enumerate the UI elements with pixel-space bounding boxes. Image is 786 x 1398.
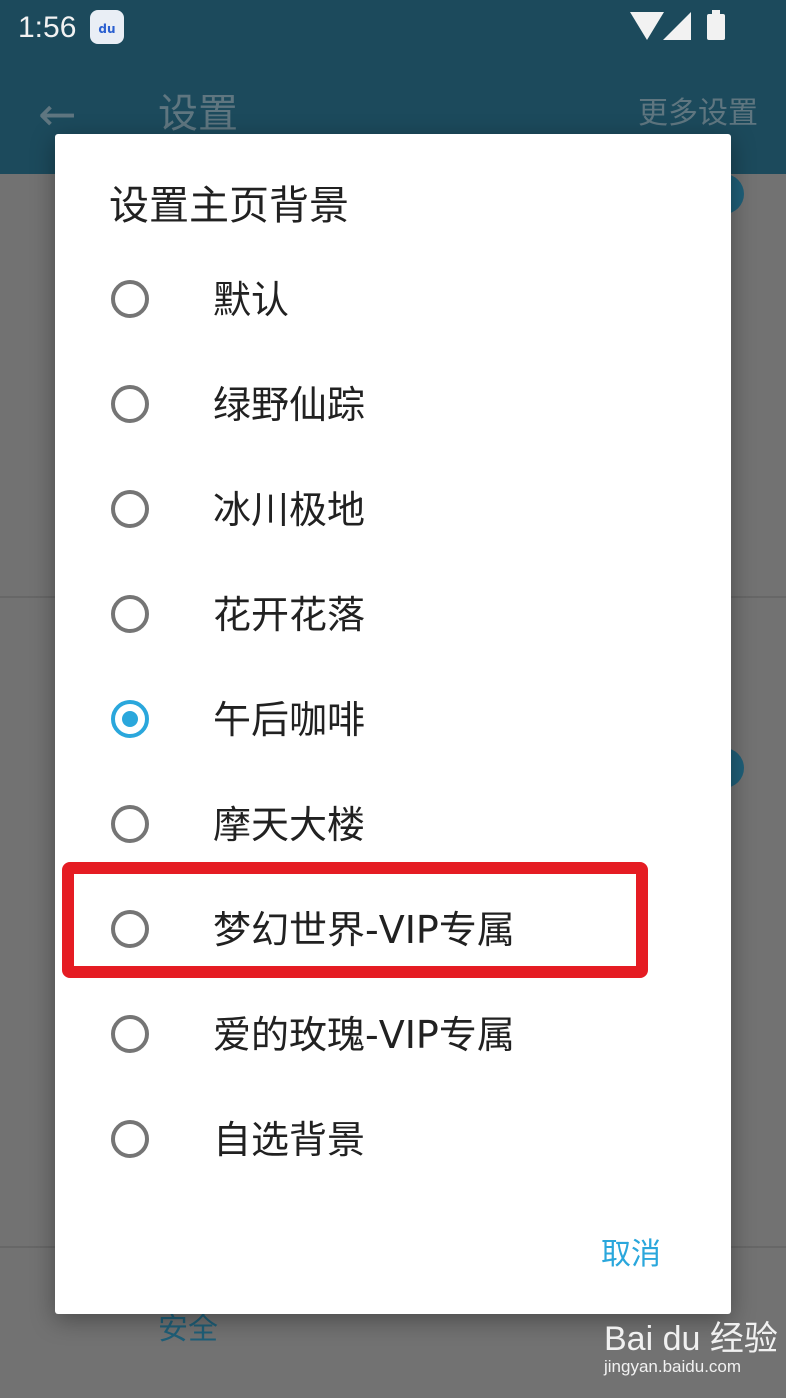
option-label: 摩天大楼	[213, 803, 366, 847]
option-label: 默认	[213, 278, 290, 322]
option-label: 花开花落	[213, 593, 366, 637]
status-bar: 1:56 du	[0, 0, 786, 56]
baidu-app-icon: du	[90, 10, 124, 44]
watermark-logo: Bai du 经验	[604, 1320, 778, 1358]
option-flowers[interactable]: 花开花落	[55, 565, 731, 669]
radio-unchecked-icon[interactable]	[111, 280, 149, 318]
option-dream-world-vip[interactable]: 梦幻世界-VIP专属	[55, 880, 731, 984]
radio-checked-icon[interactable]	[111, 700, 149, 738]
page-title: 设置	[158, 91, 238, 137]
option-glacier[interactable]: 冰川极地	[55, 460, 731, 564]
option-label: 自选背景	[213, 1118, 366, 1162]
baidu-jingyan-watermark: Bai du 经验 jingyan.baidu.com	[604, 1320, 778, 1378]
option-label: 绿野仙踪	[213, 383, 366, 427]
option-label: 冰川极地	[213, 488, 366, 532]
radio-unchecked-icon[interactable]	[111, 385, 149, 423]
status-time: 1:56	[18, 11, 77, 44]
background-picker-dialog: 设置主页背景 默认 绿野仙踪 冰川极地 花开花落 午后咖啡 摩天大楼 梦幻世界-…	[55, 134, 731, 1314]
battery-icon	[707, 10, 725, 40]
radio-unchecked-icon[interactable]	[111, 490, 149, 528]
more-settings-link[interactable]: 更多设置	[638, 94, 758, 134]
watermark-url: jingyan.baidu.com	[604, 1357, 742, 1376]
signal-icon	[663, 12, 691, 40]
option-label: 梦幻世界-VIP专属	[213, 908, 515, 952]
option-label: 爱的玫瑰-VIP专属	[213, 1013, 515, 1057]
wifi-icon	[630, 12, 664, 40]
option-green-wild[interactable]: 绿野仙踪	[55, 355, 731, 459]
option-default[interactable]: 默认	[55, 250, 731, 354]
option-skyscraper[interactable]: 摩天大楼	[55, 775, 731, 879]
radio-unchecked-icon[interactable]	[111, 910, 149, 948]
option-rose-vip[interactable]: 爱的玫瑰-VIP专属	[55, 985, 731, 1089]
radio-unchecked-icon[interactable]	[111, 805, 149, 843]
radio-unchecked-icon[interactable]	[111, 595, 149, 633]
option-custom-background[interactable]: 自选背景	[55, 1090, 731, 1194]
option-label: 午后咖啡	[213, 698, 366, 742]
radio-unchecked-icon[interactable]	[111, 1015, 149, 1053]
cancel-button[interactable]: 取消	[597, 1234, 665, 1276]
option-afternoon-coffee[interactable]: 午后咖啡	[55, 670, 731, 774]
back-arrow-icon[interactable]: ←	[38, 90, 77, 138]
radio-unchecked-icon[interactable]	[111, 1120, 149, 1158]
dialog-title: 设置主页背景	[109, 183, 349, 229]
